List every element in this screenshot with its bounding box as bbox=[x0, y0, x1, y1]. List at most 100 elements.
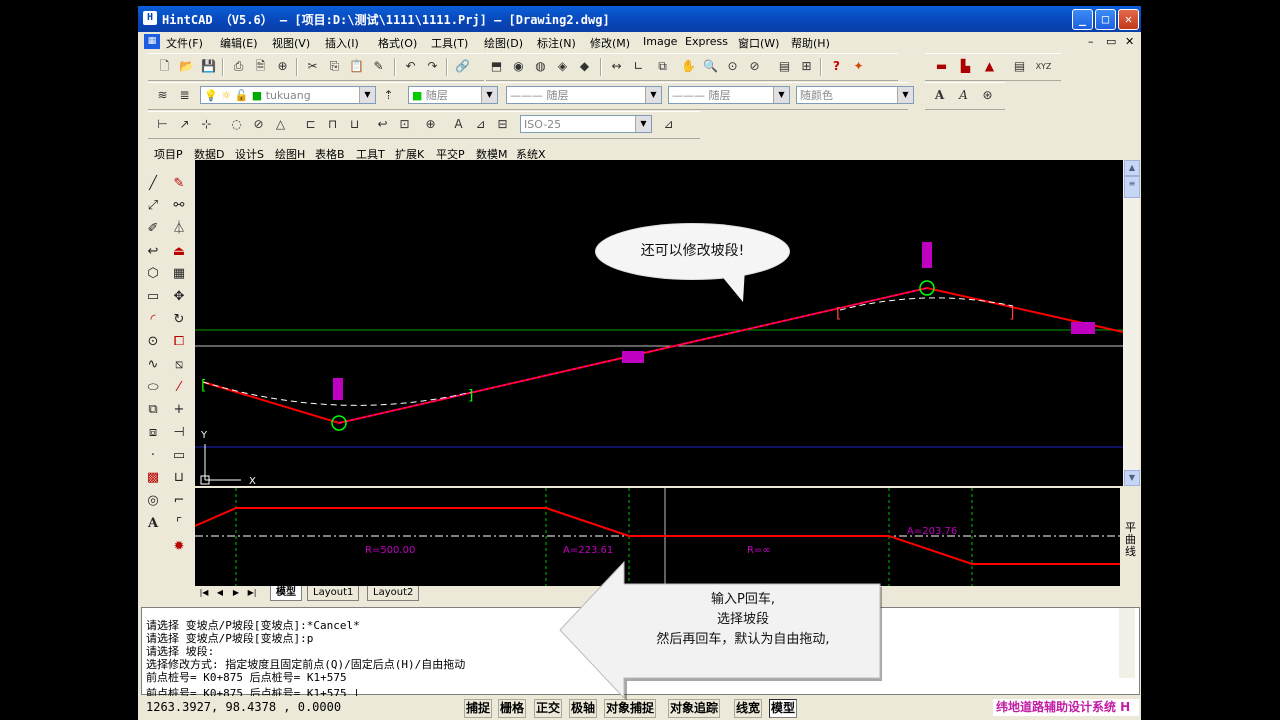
report-icon[interactable]: ▤ bbox=[1011, 58, 1028, 75]
arc-icon[interactable]: ◜ bbox=[143, 310, 163, 330]
first-tab-button[interactable]: |◀ bbox=[198, 587, 210, 599]
app-icon[interactable]: H bbox=[143, 11, 157, 25]
road-icon[interactable]: ▬ bbox=[933, 58, 950, 75]
erase-icon[interactable]: ✎ bbox=[169, 174, 189, 194]
diameter-dim-icon[interactable]: ⊘ bbox=[250, 116, 267, 133]
layer-icon[interactable]: ◍ bbox=[532, 58, 549, 75]
region-icon[interactable]: ◎ bbox=[143, 491, 163, 511]
tab-layout1[interactable]: Layout1 bbox=[307, 586, 360, 601]
model-toggle[interactable]: 模型 bbox=[769, 699, 798, 718]
open-file-icon[interactable]: 📂 bbox=[178, 58, 195, 75]
color-select[interactable]: ■ 随层 ▼ bbox=[408, 86, 498, 104]
menu-dimension[interactable]: 标注(N) bbox=[537, 35, 576, 51]
match-properties-icon[interactable]: ✎ bbox=[370, 58, 387, 75]
mdi-close-button[interactable]: ✕ bbox=[1125, 35, 1134, 48]
menu-file[interactable]: 文件(F) bbox=[166, 35, 203, 51]
trim-icon[interactable]: + bbox=[169, 400, 189, 420]
menu-draw[interactable]: 绘图(D) bbox=[484, 35, 523, 51]
polyline-arc-icon[interactable]: ↩ bbox=[143, 242, 163, 262]
maximize-button[interactable]: □ bbox=[1095, 9, 1116, 30]
undo-icon[interactable]: ↶ bbox=[402, 58, 419, 75]
chevron-down-icon[interactable]: ▼ bbox=[359, 87, 375, 103]
aligned-dim-icon[interactable]: ↗ bbox=[176, 116, 193, 133]
center-mark-icon[interactable]: ⊕ bbox=[422, 116, 439, 133]
next-tab-button[interactable]: ▶ bbox=[230, 587, 242, 599]
cut-icon[interactable]: ✂ bbox=[304, 58, 321, 75]
mtext-icon[interactable]: A bbox=[143, 514, 163, 534]
dimstyle-select[interactable]: ISO-25 ▼ bbox=[520, 115, 652, 133]
menu-format[interactable]: 格式(O) bbox=[378, 35, 417, 51]
rectangle-icon[interactable]: ▭ bbox=[143, 287, 163, 307]
layer-select[interactable]: 💡 ☼ 🔓 ■ tukuang ▼ bbox=[200, 86, 376, 104]
zoom-window-icon[interactable]: ⊙ bbox=[724, 58, 741, 75]
redraw-icon[interactable]: ⬒ bbox=[488, 58, 505, 75]
join-icon[interactable]: ⊔ bbox=[169, 468, 189, 488]
baseline-dim-icon[interactable]: ⊓ bbox=[324, 116, 341, 133]
menu-help[interactable]: 帮助(H) bbox=[791, 35, 830, 51]
print-icon[interactable]: ⎙ bbox=[230, 58, 247, 75]
linetype-select[interactable]: ——— 随层 ▼ bbox=[506, 86, 662, 104]
menu-express[interactable]: Express bbox=[685, 35, 728, 48]
zoom-previous-icon[interactable]: ⊘ bbox=[746, 58, 763, 75]
new-file-icon[interactable]: 🗋 bbox=[156, 58, 173, 75]
spline-icon[interactable]: ∿ bbox=[143, 355, 163, 375]
menu-tools[interactable]: 工具(T) bbox=[431, 35, 468, 51]
dim-edit-icon[interactable]: A bbox=[450, 116, 467, 133]
lineweight-select[interactable]: ——— 随层 ▼ bbox=[668, 86, 790, 104]
publish-icon[interactable]: ⊕ bbox=[274, 58, 291, 75]
line-icon[interactable]: ╱ bbox=[143, 174, 163, 194]
stretch-icon[interactable]: ⧅ bbox=[169, 355, 189, 375]
osnap-toggle[interactable]: 对象捕捉 bbox=[604, 699, 657, 718]
scroll-thumb[interactable]: ≡ bbox=[1124, 176, 1140, 198]
custom-menu-project[interactable]: 项目P bbox=[154, 146, 183, 162]
tool-palette-icon[interactable]: ◆ bbox=[576, 58, 593, 75]
tab-layout2[interactable]: Layout2 bbox=[367, 586, 420, 601]
continue-dim-icon[interactable]: ⊔ bbox=[346, 116, 363, 133]
find-text-icon[interactable]: ⊛ bbox=[979, 87, 996, 104]
view-icon[interactable]: ⧉ bbox=[654, 58, 671, 75]
menu-insert[interactable]: 插入(I) bbox=[325, 35, 359, 51]
command-scrollbar[interactable] bbox=[1119, 608, 1135, 678]
menu-edit[interactable]: 编辑(E) bbox=[220, 35, 258, 51]
grid-toggle[interactable]: 栅格 bbox=[498, 699, 527, 718]
extend-icon[interactable]: ⊣ bbox=[169, 423, 189, 443]
ortho-toggle[interactable]: 正交 bbox=[534, 699, 563, 718]
edit-text-icon[interactable]: A bbox=[955, 87, 972, 104]
mirror-icon[interactable]: ⏃ bbox=[169, 219, 189, 239]
otrack-toggle[interactable]: 对象追踪 bbox=[668, 699, 721, 718]
prev-tab-button[interactable]: ◀ bbox=[214, 587, 226, 599]
polar-toggle[interactable]: 极轴 bbox=[569, 699, 598, 718]
explode-icon[interactable]: ✹ bbox=[169, 537, 189, 557]
help-icon[interactable]: ? bbox=[828, 58, 845, 75]
last-tab-button[interactable]: ▶| bbox=[246, 587, 258, 599]
menu-modify[interactable]: 修改(M) bbox=[590, 35, 630, 51]
chevron-down-icon[interactable]: ▼ bbox=[481, 87, 497, 103]
hatch-icon[interactable]: ▩ bbox=[143, 468, 163, 488]
lengthen-icon[interactable]: ⁄ bbox=[169, 378, 189, 398]
text-icon[interactable]: A bbox=[931, 87, 948, 104]
terrain-icon[interactable]: ▲ bbox=[981, 58, 998, 75]
hyperlink-icon[interactable]: 🔗 bbox=[454, 58, 471, 75]
snap-toggle[interactable]: 捕捉 bbox=[464, 699, 493, 718]
make-block-icon[interactable]: ⧈ bbox=[143, 423, 163, 443]
layer-previous-icon[interactable]: ≣ bbox=[176, 87, 193, 104]
section-icon[interactable]: ▙ bbox=[957, 58, 974, 75]
angle-icon[interactable]: ∟ bbox=[630, 58, 647, 75]
polygon-icon[interactable]: ⬡ bbox=[143, 264, 163, 284]
chevron-down-icon[interactable]: ▼ bbox=[635, 116, 651, 132]
star-icon[interactable]: ✦ bbox=[850, 58, 867, 75]
dim-style-manager-icon[interactable]: ⊿ bbox=[660, 116, 677, 133]
zoom-realtime-icon[interactable]: 🔍 bbox=[702, 58, 719, 75]
mdi-restore-button[interactable]: ▭ bbox=[1106, 35, 1116, 48]
rotate-icon[interactable]: ↻ bbox=[169, 310, 189, 330]
tolerance-icon[interactable]: ⊡ bbox=[396, 116, 413, 133]
properties-icon[interactable]: ▤ bbox=[776, 58, 793, 75]
linear-dim-icon[interactable]: ⊢ bbox=[154, 116, 171, 133]
dim-update-icon[interactable]: ⊟ bbox=[494, 116, 511, 133]
redo-icon[interactable]: ↷ bbox=[424, 58, 441, 75]
design-center-icon[interactable]: ⊞ bbox=[798, 58, 815, 75]
array-icon[interactable]: ▦ bbox=[169, 264, 189, 284]
circle-icon[interactable]: ⊙ bbox=[143, 332, 163, 352]
pan-icon[interactable]: ✋ bbox=[680, 58, 697, 75]
menu-image[interactable]: Image bbox=[643, 35, 677, 48]
